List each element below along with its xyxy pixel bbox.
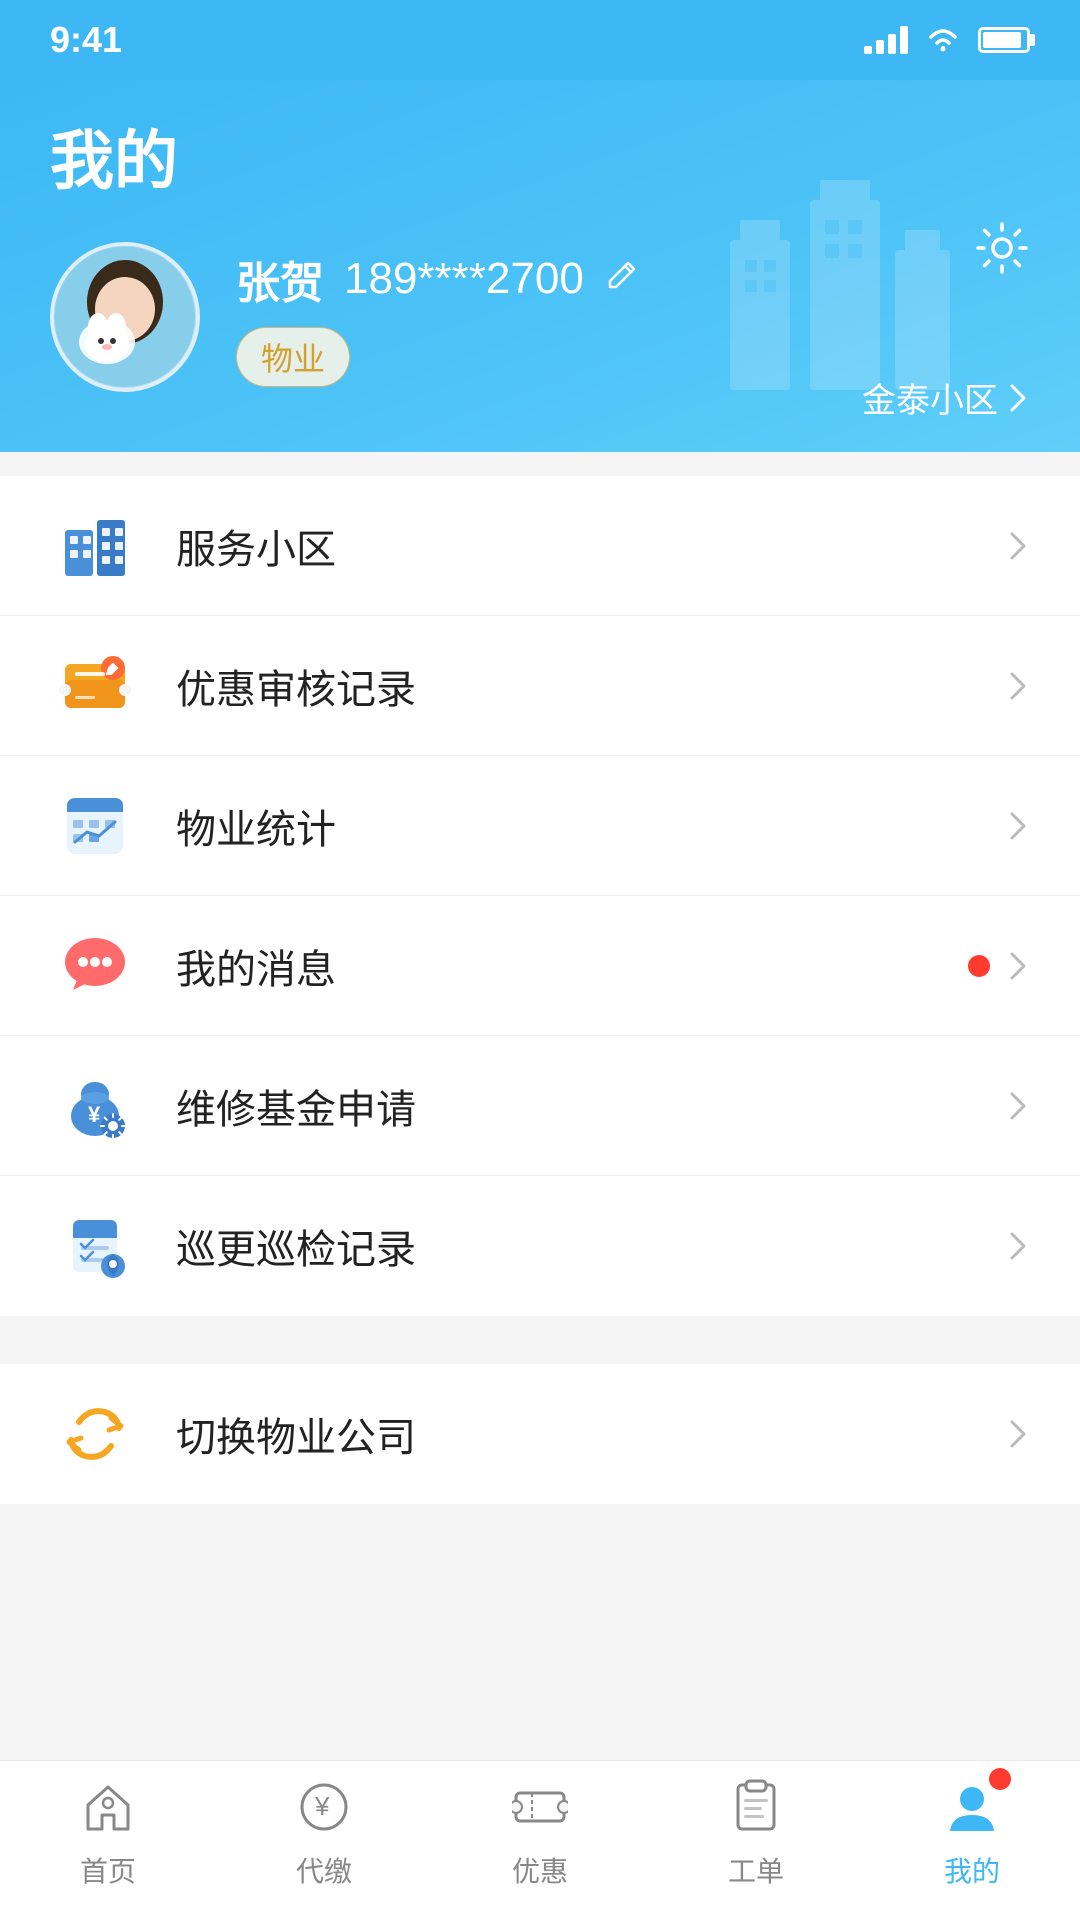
bottom-navigation: 首页 ¥ 代缴 优惠 xyxy=(0,1760,1080,1920)
menu-section-1: 服务小区 优惠审核记录 xyxy=(0,476,1080,1316)
coupon-icon xyxy=(59,650,131,722)
profile-phone: 189****2700 xyxy=(344,254,584,304)
switch-company-icon-wrap xyxy=(50,1389,140,1479)
my-messages-icon-wrap xyxy=(50,921,140,1011)
service-community-label: 服务小区 xyxy=(176,517,1006,575)
building-icon xyxy=(59,510,131,582)
patrol-record-label: 巡更巡检记录 xyxy=(176,1217,1006,1275)
status-time: 9:41 xyxy=(50,19,122,61)
property-stats-icon-wrap xyxy=(50,781,140,871)
switch-company-label: 切换物业公司 xyxy=(176,1405,1006,1463)
nav-label-home: 首页 xyxy=(80,1850,136,1890)
menu-item-coupon-review[interactable]: 优惠审核记录 xyxy=(0,616,1080,756)
nav-item-workorder[interactable]: 工单 xyxy=(721,1772,791,1890)
svg-text:¥: ¥ xyxy=(88,1102,101,1127)
profile-name: 张贺 xyxy=(236,247,324,311)
home-icon xyxy=(73,1772,143,1842)
coupon-review-label: 优惠审核记录 xyxy=(176,657,1006,715)
nav-item-mine[interactable]: 我的 xyxy=(937,1772,1007,1890)
property-stats-label: 物业统计 xyxy=(176,797,1006,855)
menu-item-property-stats[interactable]: 物业统计 xyxy=(0,756,1080,896)
chevron-right-icon xyxy=(1006,666,1030,706)
menu-item-service-community[interactable]: 服务小区 xyxy=(0,476,1080,616)
nav-label-mine: 我的 xyxy=(944,1850,1000,1890)
workorder-icon xyxy=(721,1772,791,1842)
svg-text:¥: ¥ xyxy=(314,1791,330,1821)
coupon-review-icon-wrap xyxy=(50,641,140,731)
profile-info: 张贺 189****2700 物业 xyxy=(236,247,640,387)
coupon-nav-icon xyxy=(505,1772,575,1842)
nav-label-coupon: 优惠 xyxy=(512,1850,568,1890)
repair-fund-icon-wrap: ¥ xyxy=(50,1061,140,1151)
chevron-right-icon xyxy=(1006,1414,1030,1454)
chevron-right-icon xyxy=(1006,806,1030,846)
menu-item-repair-fund[interactable]: ¥ 维修基金申请 xyxy=(0,1036,1080,1176)
switch-icon xyxy=(59,1398,131,1470)
repair-fund-label: 维修基金申请 xyxy=(176,1077,1006,1135)
status-bar: 9:41 xyxy=(0,0,1080,80)
fund-icon: ¥ xyxy=(59,1070,131,1142)
nav-label-payment: 代缴 xyxy=(296,1850,352,1890)
chevron-right-icon xyxy=(1006,526,1030,566)
nav-item-payment[interactable]: ¥ 代缴 xyxy=(289,1772,359,1890)
header-section: 我的 xyxy=(0,80,1080,452)
menu-item-my-messages[interactable]: 我的消息 xyxy=(0,896,1080,1036)
community-name: 金泰小区 xyxy=(862,373,998,422)
service-community-icon-wrap xyxy=(50,501,140,591)
patrol-icon xyxy=(59,1210,131,1282)
role-badge: 物业 xyxy=(236,327,350,387)
avatar[interactable] xyxy=(50,242,200,392)
menu-section-2: 切换物业公司 xyxy=(0,1364,1080,1504)
patrol-record-icon-wrap xyxy=(50,1201,140,1291)
chevron-right-icon xyxy=(1006,1226,1030,1266)
mine-icon xyxy=(937,1772,1007,1842)
chevron-right-icon xyxy=(1006,1086,1030,1126)
payment-icon: ¥ xyxy=(289,1772,359,1842)
section-separator xyxy=(0,1316,1080,1340)
settings-button[interactable] xyxy=(974,220,1030,289)
message-dot xyxy=(968,955,990,977)
profile-name-row: 张贺 189****2700 xyxy=(236,247,640,311)
mine-badge xyxy=(989,1768,1011,1790)
community-link[interactable]: 金泰小区 xyxy=(862,373,1030,422)
nav-label-workorder: 工单 xyxy=(728,1850,784,1890)
nav-item-home[interactable]: 首页 xyxy=(73,1772,143,1890)
menu-item-switch-company[interactable]: 切换物业公司 xyxy=(0,1364,1080,1504)
signal-icon xyxy=(864,26,908,54)
status-icons xyxy=(864,26,1030,54)
stats-icon xyxy=(59,790,131,862)
background-buildings xyxy=(720,160,980,390)
menu-item-patrol-record[interactable]: 巡更巡检记录 xyxy=(0,1176,1080,1316)
battery-icon xyxy=(978,27,1030,53)
nav-item-coupon[interactable]: 优惠 xyxy=(505,1772,575,1890)
my-messages-label: 我的消息 xyxy=(176,937,968,995)
edit-icon[interactable] xyxy=(604,257,640,302)
wifi-icon xyxy=(924,26,962,54)
chevron-right-icon xyxy=(1006,946,1030,986)
message-icon xyxy=(59,930,131,1002)
